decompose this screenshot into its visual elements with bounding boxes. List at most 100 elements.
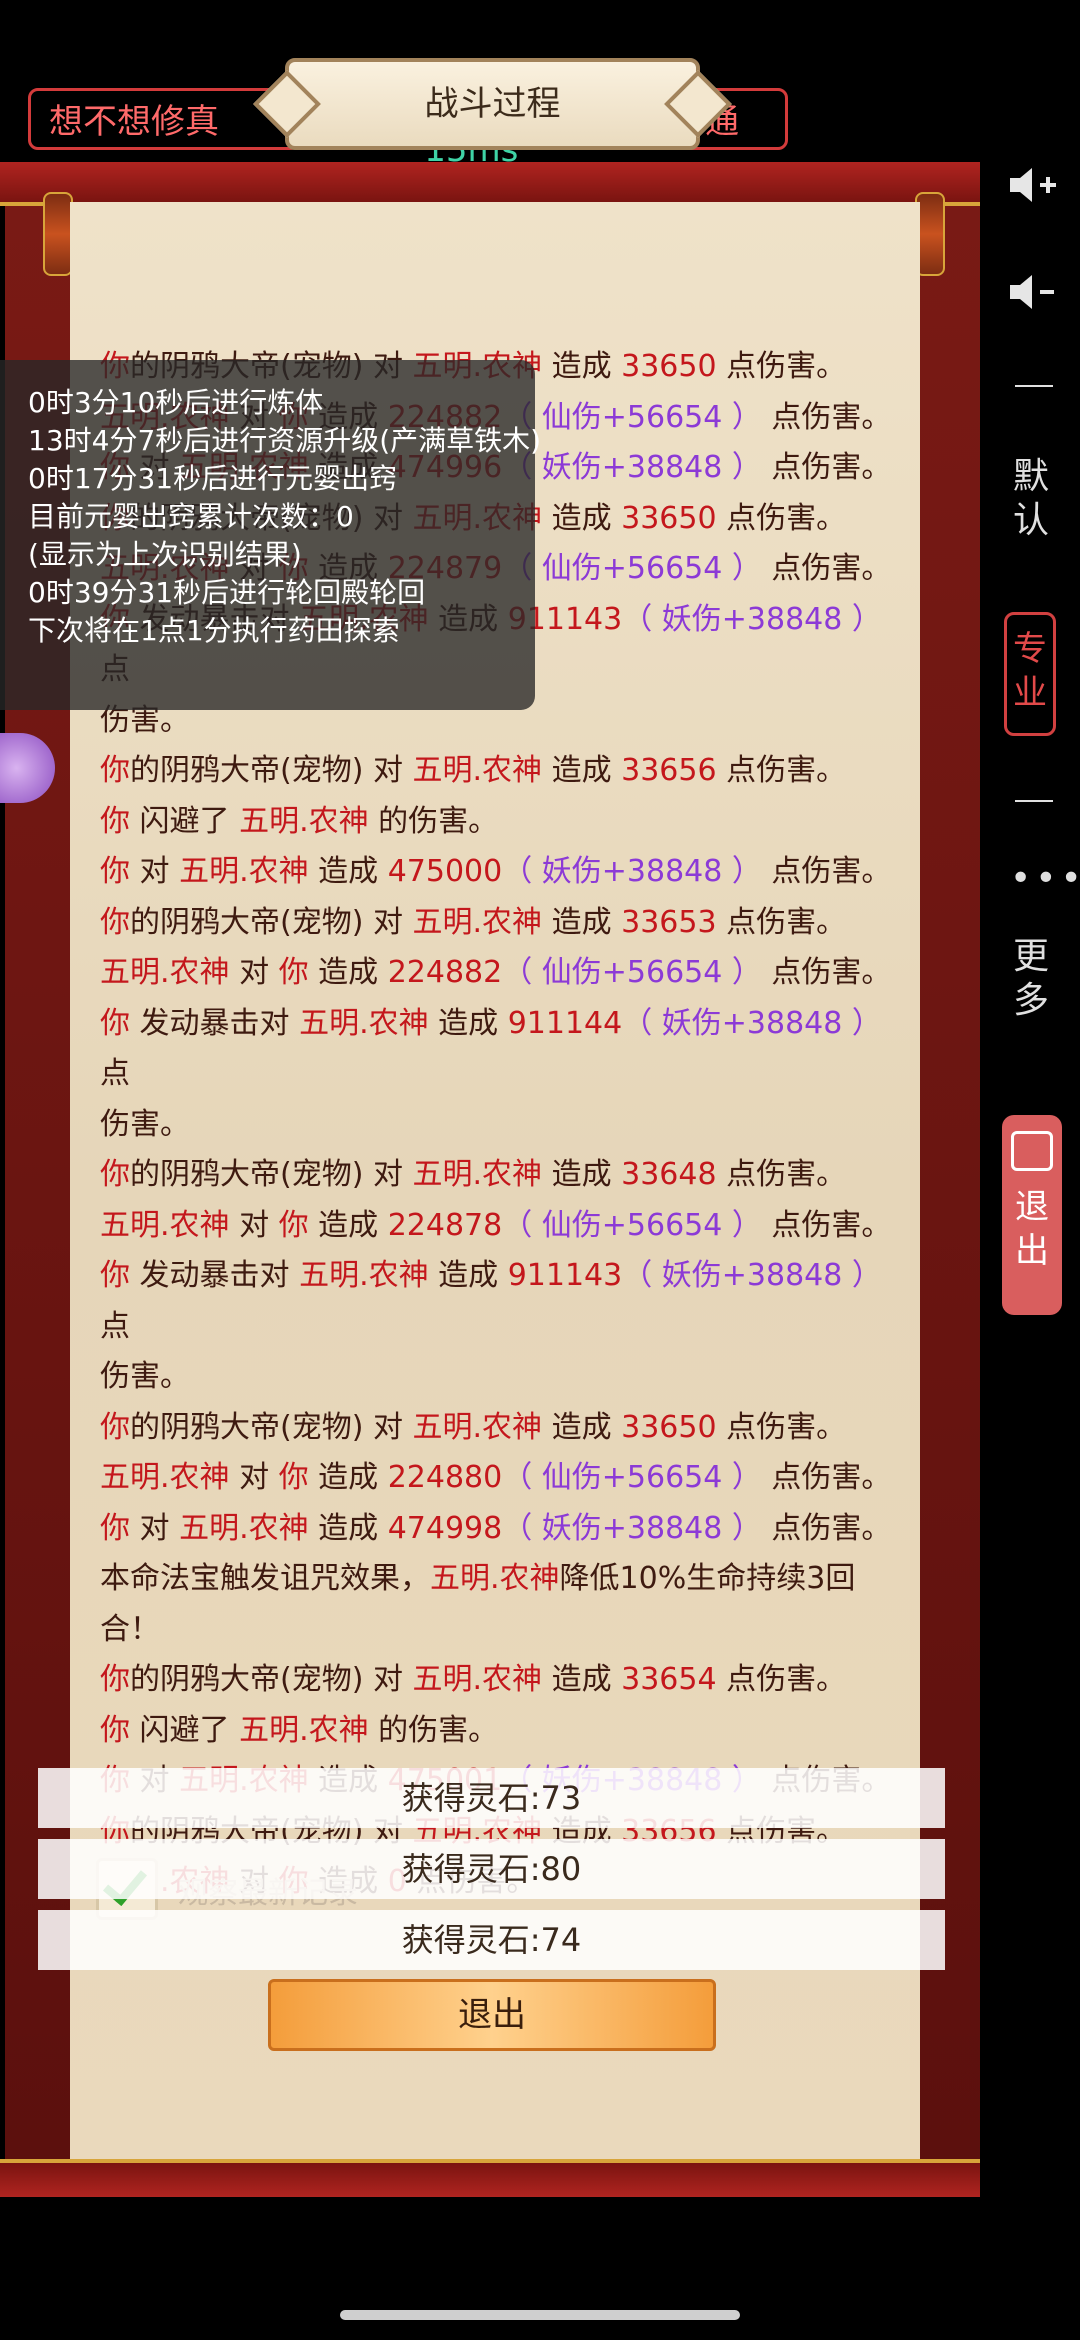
log-segment: 33653 <box>621 904 717 940</box>
log-line: 你的阴鸦大帝(宠物) 对 五明.农神 造成 33654 点伤害。 <box>100 1655 900 1706</box>
log-segment: 224880 <box>387 1460 503 1495</box>
log-segment: 你 <box>100 1258 130 1293</box>
log-segment: （ 妖伤+38848 ） <box>622 601 882 637</box>
log-line: 伤害。 <box>100 1352 900 1403</box>
log-segment: 911143 <box>507 1258 623 1293</box>
log-segment: 对 <box>130 1510 180 1546</box>
log-segment: 造成 <box>308 1207 388 1243</box>
log-segment: 你 <box>100 1409 130 1445</box>
log-segment: 33648 <box>621 1157 717 1192</box>
overlay-status-line: 0时17分31秒后进行元婴出窍 <box>28 462 398 495</box>
log-segment: 造成 <box>542 904 622 940</box>
volume-down-icon[interactable] <box>1006 272 1058 312</box>
log-segment: （ 仙伤+56654 ） <box>502 551 762 586</box>
log-segment: （ 仙伤+56654 ） <box>502 1460 762 1495</box>
log-segment: 224878 <box>387 1207 503 1243</box>
log-segment: 你 <box>100 1712 130 1748</box>
log-segment: 五明.农神 <box>430 1561 560 1596</box>
log-segment: 点伤害。 <box>716 1157 847 1192</box>
log-segment: 33656 <box>621 753 717 788</box>
overlay-status-line: (显示为上次识别结果) <box>28 538 302 571</box>
reward-row: 获得灵石:73 <box>38 1768 945 1828</box>
log-segment: 你 <box>278 1460 309 1495</box>
volume-up-icon[interactable] <box>1006 165 1058 205</box>
log-segment: 造成 <box>308 854 388 889</box>
log-segment: 伤害。 <box>100 1106 190 1142</box>
log-segment: 你 <box>100 854 130 889</box>
log-line: 你的阴鸦大帝(宠物) 对 五明.农神 造成 33650 点伤害。 <box>100 1403 900 1454</box>
log-segment: 五明.农神 <box>412 1409 543 1445</box>
side-exit-button[interactable]: 退出 <box>1002 1115 1062 1315</box>
log-segment: 五明.农神 <box>100 1207 230 1243</box>
log-segment: 造成 <box>542 753 622 788</box>
side-divider <box>1015 385 1053 387</box>
log-segment: 点伤害。 <box>761 955 892 990</box>
log-segment: 发动暴击对 <box>130 1258 300 1293</box>
gesture-handle[interactable] <box>340 2310 740 2320</box>
log-line: 本命法宝触发诅咒效果，五明.农神降低10%生命持续3回 <box>100 1554 900 1605</box>
log-segment: 点伤害。 <box>761 399 892 435</box>
log-segment: 点伤害。 <box>716 349 847 384</box>
log-line: 你的阴鸦大帝(宠物) 对 五明.农神 造成 33656 点伤害。 <box>100 746 900 797</box>
log-line: 你的阴鸦大帝(宠物) 对 五明.农神 造成 33653 点伤害。 <box>100 898 900 949</box>
lantern-left <box>43 192 73 276</box>
log-segment: （ 妖伤+38848 ） <box>622 1258 882 1293</box>
log-segment: 五明.农神 <box>412 904 543 940</box>
default-mode-label: 默认 <box>1013 456 1050 541</box>
exit-icon <box>1011 1131 1053 1171</box>
reward-row: 获得灵石:74 <box>38 1910 945 1970</box>
more-button[interactable]: 更多 <box>1010 935 1052 1023</box>
more-label: 更多 <box>1013 936 1050 1021</box>
log-segment: 发动暴击对 <box>130 1005 300 1041</box>
log-segment: 点 <box>100 1308 130 1344</box>
log-segment: 闪避了 <box>130 803 240 839</box>
log-segment: 造成 <box>542 1409 622 1445</box>
log-line: 你 对 五明.农神 造成 475000（ 妖伤+38848 ） 点伤害。 <box>100 847 900 898</box>
log-segment: 你 <box>278 1207 309 1243</box>
log-segment: 五明.农神 <box>179 854 309 889</box>
log-segment: 你 <box>100 1510 130 1546</box>
side-divider <box>1015 800 1053 802</box>
log-segment: 点伤害。 <box>716 1409 847 1445</box>
log-segment: 点伤害。 <box>716 1662 847 1697</box>
log-line: 你的阴鸦大帝(宠物) 对 五明.农神 造成 33648 点伤害。 <box>100 1150 900 1201</box>
log-segment: 造成 <box>308 1460 388 1495</box>
battle-title: 战斗过程 <box>285 58 700 150</box>
log-line: 你 闪避了 五明.农神 的伤害。 <box>100 1706 900 1757</box>
log-segment: 本命法宝触发诅咒效果， <box>100 1561 430 1596</box>
more-dots-icon[interactable]: ••• <box>1010 858 1080 899</box>
log-segment: 你 <box>100 1662 130 1697</box>
automation-status-overlay: 0时3分10秒后进行炼体 13时4分7秒后进行资源升级(产满草铁木) 0时17分31… <box>0 360 541 710</box>
log-segment: 造成 <box>542 1662 622 1697</box>
log-segment: 的阴鸦大帝(宠物) 对 <box>130 753 413 788</box>
log-segment: 五明.农神 <box>100 955 230 990</box>
log-segment: 五明.农神 <box>100 1460 230 1495</box>
log-segment: （ 妖伤+38848 ） <box>502 450 762 485</box>
log-segment: （ 妖伤+38848 ） <box>502 1510 762 1546</box>
log-line: 五明.农神 对 你 造成 224878（ 仙伤+56654 ） 点伤害。 <box>100 1201 900 1252</box>
log-segment: 你 <box>100 753 130 788</box>
log-segment: 五明.农神 <box>179 1510 309 1546</box>
log-segment: 造成 <box>308 1510 388 1546</box>
log-segment: 点伤害。 <box>761 1207 892 1243</box>
overlay-status-line: 目前元婴出窍累计次数：0 <box>28 500 354 533</box>
log-segment: 五明.农神 <box>299 1258 429 1293</box>
log-segment: 点伤害。 <box>761 551 892 586</box>
log-segment: 点伤害。 <box>761 1460 892 1495</box>
log-segment: 475000 <box>387 854 503 889</box>
log-segment: 的伤害。 <box>368 1712 499 1748</box>
log-segment: 五明.农神 <box>239 803 369 839</box>
pro-mode-button[interactable]: 专业 <box>1004 612 1056 736</box>
log-segment: 对 <box>229 955 279 990</box>
log-segment: 五明.农神 <box>412 753 543 788</box>
default-mode-button[interactable]: 默认 <box>1010 455 1052 543</box>
pro-mode-label: 专业 <box>1013 629 1047 713</box>
log-segment: 五明.农神 <box>239 1712 369 1748</box>
log-segment: 33654 <box>621 1662 717 1697</box>
log-line: 伤害。 <box>100 1100 900 1151</box>
overlay-status-line: 0时3分10秒后进行炼体 <box>28 386 324 419</box>
log-segment: 33650 <box>621 1409 717 1445</box>
exit-button[interactable]: 退出 <box>268 1979 716 2051</box>
log-segment: 对 <box>229 1207 279 1243</box>
log-line: 五明.农神 对 你 造成 224880（ 仙伤+56654 ） 点伤害。 <box>100 1453 900 1504</box>
